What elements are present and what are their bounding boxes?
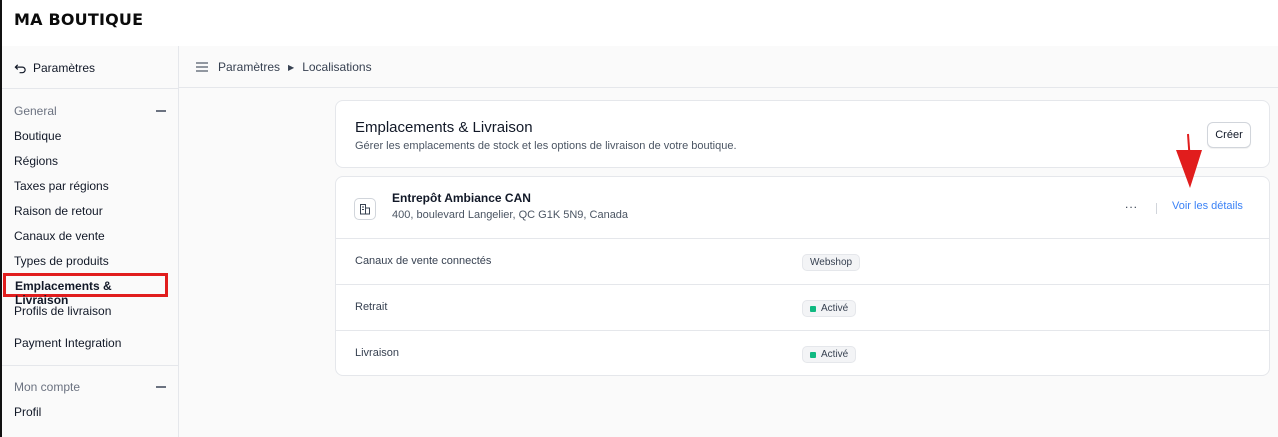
building-icon	[354, 198, 376, 220]
location-header: Entrepôt Ambiance CAN 400, boulevard Lan…	[336, 177, 1269, 239]
sidebar-divider	[2, 88, 178, 89]
breadcrumb: Paramètres ▶ Localisations	[218, 60, 372, 74]
sidebar-item-profile[interactable]: Profil	[14, 405, 41, 419]
account-group-label: Mon compte	[14, 380, 81, 394]
sidebar-item-boutique[interactable]: Boutique	[14, 129, 61, 143]
status-dot-icon	[810, 351, 816, 358]
annotation-arrow-icon	[1176, 133, 1202, 188]
page-title: Emplacements & Livraison	[355, 119, 533, 136]
breadcrumb-separator-icon: ▶	[288, 62, 295, 72]
location-card: Entrepôt Ambiance CAN 400, boulevard Lan…	[335, 176, 1270, 376]
row-label: Canaux de vente connectés	[355, 255, 492, 267]
badge-text: Activé	[821, 349, 849, 360]
row-label: Retrait	[355, 301, 388, 313]
sidebar-item-sales-channels[interactable]: Canaux de vente	[14, 229, 105, 243]
location-name: Entrepôt Ambiance CAN	[392, 191, 531, 205]
page-header-card: Emplacements & Livraison Gérer les empla…	[335, 100, 1270, 168]
more-options-icon[interactable]: ...	[1125, 197, 1138, 211]
badge-text: Webshop	[810, 257, 853, 268]
store-logo: MA BOUTIQUE	[14, 10, 144, 29]
delivery-row: Livraison Activé	[336, 331, 1269, 377]
main-content: Emplacements & Livraison Gérer les empla…	[179, 88, 1278, 437]
sales-channels-row: Canaux de vente connectés Webshop	[336, 239, 1269, 285]
breadcrumb-current: Localisations	[302, 60, 372, 74]
sidebar-item-payment-integration[interactable]: Payment Integration	[14, 336, 121, 350]
row-label: Livraison	[355, 347, 400, 359]
settings-sidebar: Paramètres General Boutique Régions Taxe…	[2, 46, 179, 437]
pickup-row: Retrait Activé	[336, 285, 1269, 331]
sidebar-divider	[2, 365, 178, 366]
badge-text: Activé	[821, 303, 849, 314]
status-dot-icon	[810, 305, 816, 312]
divider	[1156, 203, 1157, 214]
webshop-badge: Webshop	[802, 254, 861, 271]
back-arrow-icon	[14, 63, 26, 73]
account-group-header[interactable]: Mon compte	[14, 380, 166, 394]
sidebar-item-locations-shipping[interactable]: Emplacements & Livraison	[3, 273, 168, 307]
location-address: 400, boulevard Langelier, QC G1K 5N9, Ca…	[392, 209, 629, 221]
collapse-icon[interactable]	[156, 386, 166, 388]
general-group-label: General	[14, 104, 57, 118]
status-badge: Activé	[802, 300, 857, 317]
view-details-link[interactable]: Voir les détails	[1172, 200, 1243, 212]
back-to-settings-link[interactable]: Paramètres	[14, 60, 95, 76]
collapse-icon[interactable]	[156, 110, 166, 112]
sidebar-item-return-reasons[interactable]: Raison de retour	[14, 204, 103, 218]
general-group-header[interactable]: General	[14, 104, 166, 118]
page-subtitle: Gérer les emplacements de stock et les o…	[355, 140, 737, 152]
sidebar-item-shipping-profiles[interactable]: Profils de livraison	[14, 304, 111, 318]
sidebar-item-product-types[interactable]: Types de produits	[14, 254, 109, 268]
status-badge: Activé	[802, 346, 857, 363]
sidebar-item-taxes[interactable]: Taxes par régions	[14, 179, 109, 193]
sidebar-item-regions[interactable]: Régions	[14, 154, 58, 168]
create-button[interactable]: Créer	[1207, 122, 1251, 148]
menu-icon[interactable]	[196, 62, 208, 72]
breadcrumb-parent[interactable]: Paramètres	[218, 60, 280, 74]
back-label: Paramètres	[33, 61, 96, 75]
top-bar: Paramètres ▶ Localisations	[179, 46, 1278, 88]
